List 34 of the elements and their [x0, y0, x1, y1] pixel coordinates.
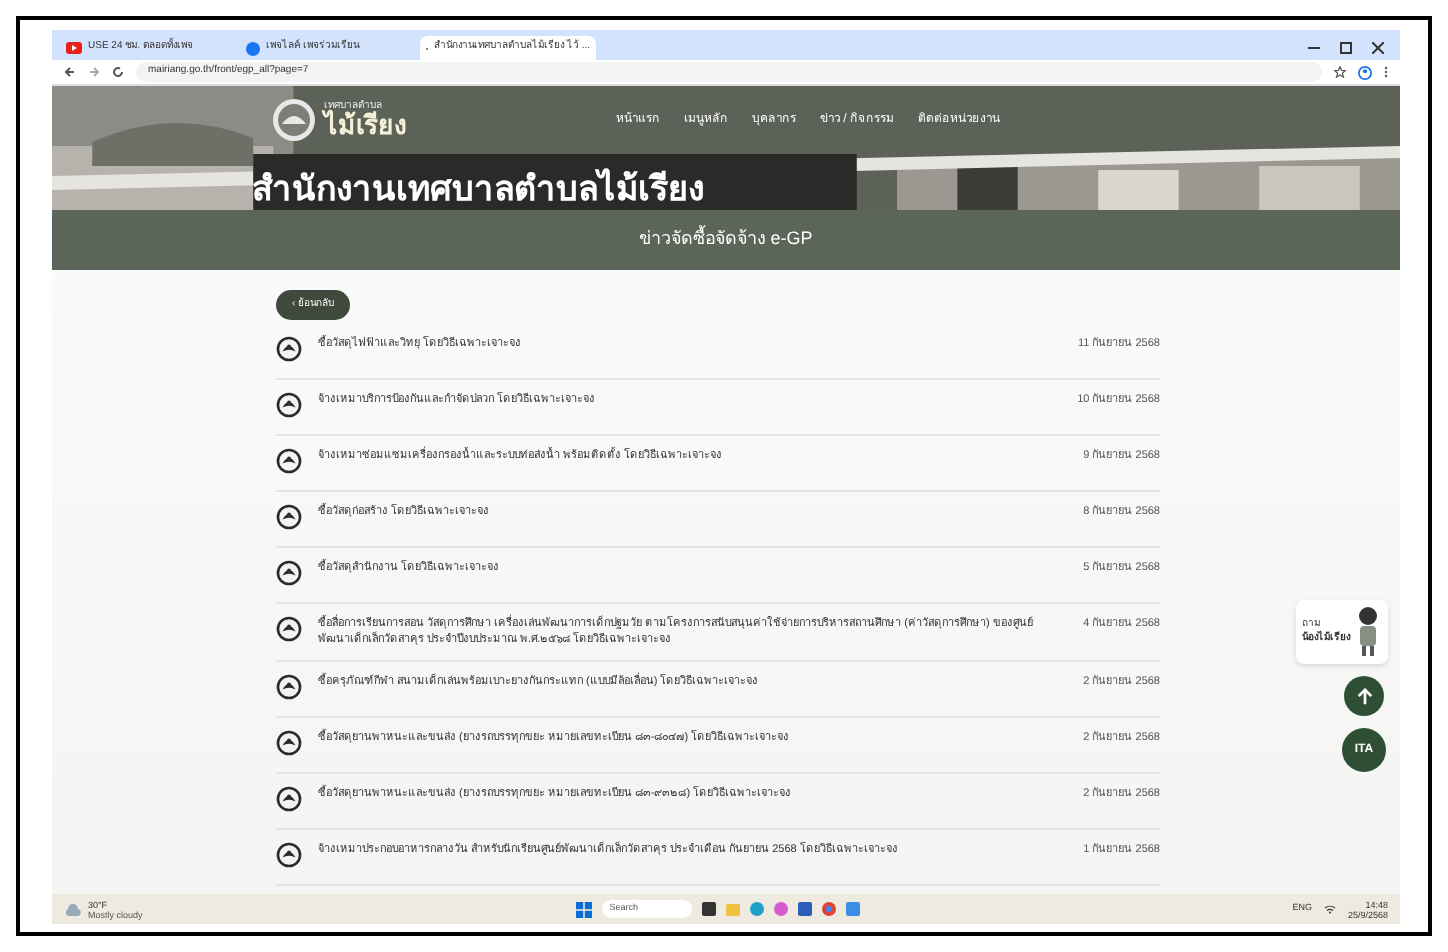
up-arrow-icon	[1355, 687, 1373, 705]
seal-logo-icon	[272, 98, 316, 142]
video-icon	[66, 42, 82, 54]
start-icon[interactable]	[575, 901, 592, 917]
emblem-icon	[276, 392, 302, 418]
minimize-icon[interactable]	[1308, 42, 1320, 54]
store-icon[interactable]	[797, 902, 812, 916]
reload-icon[interactable]	[112, 66, 124, 78]
emblem-icon	[276, 448, 302, 474]
maximize-icon[interactable]	[1340, 42, 1352, 54]
profile-icon[interactable]	[1358, 65, 1372, 79]
cloud-icon	[64, 903, 82, 915]
edge-icon[interactable]	[749, 902, 764, 916]
emblem-icon	[276, 786, 302, 812]
emblem-icon	[276, 504, 302, 530]
logo-name: ไม้เรียง	[324, 112, 406, 138]
copilot-icon[interactable]	[773, 902, 788, 916]
star-icon[interactable]	[1334, 66, 1346, 78]
close-icon[interactable]	[1372, 42, 1384, 54]
scroll-top-button[interactable]	[1344, 676, 1384, 716]
wifi-icon[interactable]	[1323, 904, 1336, 914]
emblem-icon	[276, 730, 302, 756]
figure-icon	[1354, 606, 1382, 658]
taskbar-app-icon[interactable]	[701, 902, 716, 916]
banner-heading: สำนักงานเทศบาลตำบลไม้เรียง	[250, 170, 706, 210]
page-title: ข่าวจัดซื้อจัดจ้าง e-GP	[639, 226, 813, 253]
back-arrow-icon[interactable]	[64, 66, 76, 78]
social-icon	[246, 41, 260, 55]
emblem-icon	[276, 616, 302, 642]
emblem-icon	[276, 560, 302, 586]
emblem-icon	[276, 336, 302, 362]
chrome-icon[interactable]	[821, 902, 836, 916]
emblem-icon	[276, 674, 302, 700]
emblem-icon	[276, 842, 302, 868]
